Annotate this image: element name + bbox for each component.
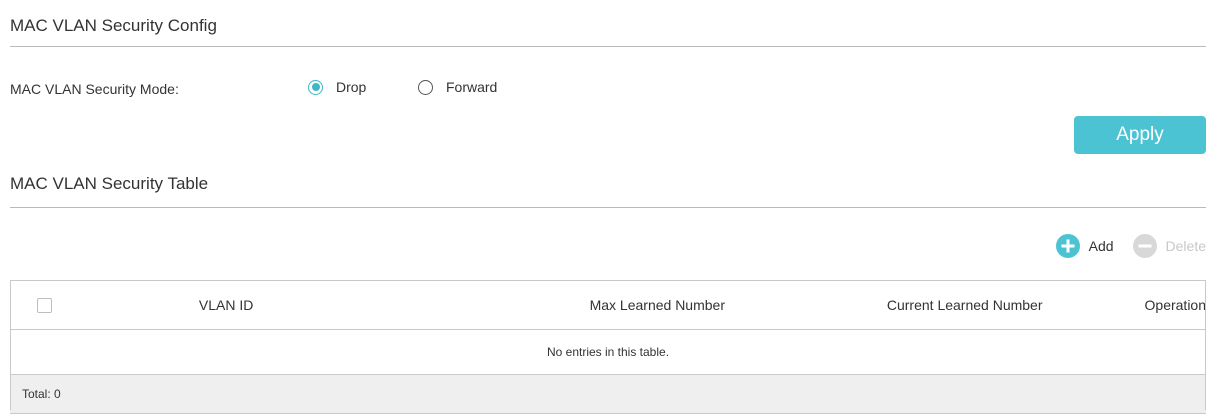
column-header-vlan-id[interactable]: VLAN ID [78, 280, 502, 330]
radio-forward-label: Forward [446, 79, 498, 95]
add-button[interactable]: Add [1055, 234, 1114, 258]
security-mode-label: MAC VLAN Security Mode: [10, 81, 179, 97]
column-header-max-learned[interactable]: Max Learned Number [501, 280, 813, 330]
config-section-title: MAC VLAN Security Config [10, 16, 217, 35]
table-toolbar: Add Delete [1055, 234, 1206, 258]
select-all-header [10, 280, 79, 330]
radio-drop-label: Drop [336, 79, 367, 95]
column-header-current-learned[interactable]: Current Learned Number [812, 280, 1117, 330]
radio-drop[interactable]: Drop [308, 79, 366, 95]
total-count: Total: 0 [10, 374, 1206, 414]
mac-vlan-security-table: VLAN ID Max Learned Number Current Learn… [10, 280, 1206, 414]
add-label: Add [1088, 238, 1114, 254]
empty-message: No entries in this table. [10, 329, 1206, 375]
plus-circle-icon [1055, 234, 1080, 258]
radio-forward[interactable]: Forward [418, 79, 497, 95]
select-all-checkbox[interactable] [36, 298, 52, 314]
column-header-operation: Operation [1116, 280, 1206, 330]
empty-row: No entries in this table. [10, 329, 1206, 375]
table-section-divider [10, 207, 1206, 208]
delete-label: Delete [1165, 238, 1206, 254]
table-footer-row: Total: 0 [10, 374, 1206, 414]
config-section-divider [10, 46, 1206, 47]
table-section-title: MAC VLAN Security Table [10, 174, 209, 193]
delete-button[interactable]: Delete [1132, 234, 1206, 258]
table-header-row: VLAN ID Max Learned Number Current Learn… [10, 280, 1206, 330]
minus-circle-icon [1132, 234, 1157, 258]
apply-button[interactable]: Apply [1074, 116, 1206, 154]
radio-drop-indicator[interactable] [308, 79, 323, 95]
radio-forward-indicator[interactable] [418, 79, 433, 95]
